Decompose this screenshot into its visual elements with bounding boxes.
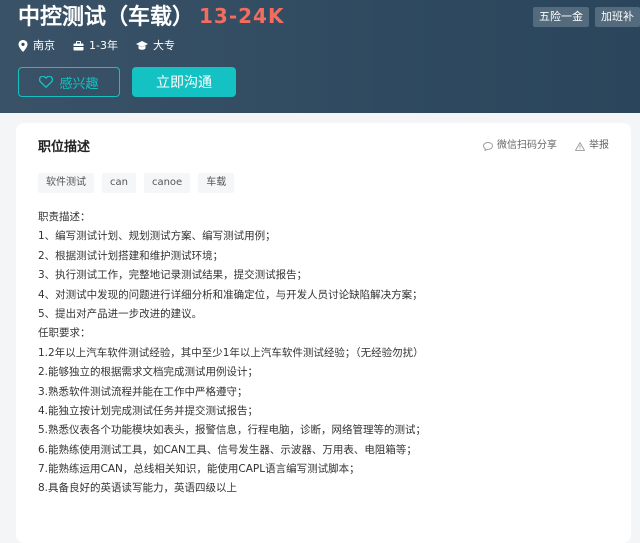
description-line: 5、提出对产品进一步改进的建议。 (38, 307, 203, 320)
description-line: 4、对测试中发现的问题进行详细分析和准确定位，与开发人员讨论缺陷解决方案； (38, 288, 423, 301)
education-item: 大专 (135, 39, 175, 53)
description-line: 3.熟悉软件测试流程并能在工作中严格遵守； (38, 385, 248, 398)
description-line: 7.能熟练运用CAN，总线相关知识，能使用CAPL语言编写测试脚本； (38, 463, 360, 476)
job-detail-card: 职位描述 微信扫码分享 举报 软件测试 can canoe 车载 职责描述： 1… (16, 123, 631, 543)
education-text: 大专 (152, 39, 175, 52)
salary: 13-24K (199, 4, 285, 28)
interested-label: 感兴趣 (59, 76, 99, 92)
location-text: 南京 (33, 39, 55, 52)
location-item: 南京 (18, 39, 55, 53)
experience-item: 1-3年 (73, 39, 118, 53)
description-line: 1、编写测试计划、规划测试方案、编写测试用例； (38, 230, 276, 243)
description-line: 8.具备良好的英语读写能力，英语四级以上 (38, 482, 238, 495)
skill-tag: canoe (143, 173, 191, 193)
heart-icon (39, 76, 54, 88)
job-meta: 南京 1-3年 大专 (18, 39, 175, 53)
description-line: 职责描述： (38, 211, 91, 223)
skill-tags: 软件测试 can canoe 车载 (38, 173, 235, 193)
skill-tag: can (102, 173, 136, 193)
experience-text: 1-3年 (89, 39, 118, 52)
share-label: 微信扫码分享 (497, 140, 557, 151)
report-link[interactable]: 举报 (575, 139, 609, 153)
description-line: 任职要求： (38, 327, 91, 340)
skill-tag: 软件测试 (38, 173, 94, 193)
chat-now-button[interactable]: 立即沟通 (132, 67, 236, 97)
benefit-tags: 五险一金 加班补 (533, 7, 640, 27)
briefcase-icon (73, 41, 84, 51)
description-line: 5.熟悉仪表各个功能模块如表头，报警信息，行程电脑，诊断，网络管理等的测试； (38, 424, 427, 437)
description-line: 2、根据测试计划搭建和维护测试环境； (38, 249, 224, 262)
job-header: 中控测试（车载） 13-24K 五险一金 加班补 南京 1-3年 大专 感兴趣 … (0, 0, 640, 113)
benefit-tag: 加班补 (595, 7, 640, 27)
wechat-share-link[interactable]: 微信扫码分享 (483, 139, 557, 153)
description-line: 4.能独立按计划完成测试任务并提交测试报告； (38, 404, 259, 417)
skill-tag: 车载 (198, 173, 235, 193)
graduation-cap-icon (135, 41, 148, 50)
interested-button[interactable]: 感兴趣 (18, 67, 120, 97)
benefit-tag: 五险一金 (533, 7, 589, 27)
warning-icon (575, 141, 585, 151)
description-line: 6.能熟练使用测试工具，如CAN工具、信号发生器、示波器、万用表、电阻箱等； (38, 443, 417, 456)
chat-bubble-icon (483, 141, 493, 151)
job-description: 职责描述： 1、编写测试计划、规划测试方案、编写测试用例； 2、根据测试计划搭建… (38, 208, 618, 499)
description-line: 1.2年以上汽车软件测试经验，其中至少1年以上汽车软件测试经验；（无经验勿扰） (38, 346, 424, 359)
location-pin-icon (18, 40, 28, 52)
job-title: 中控测试（车载） (18, 5, 195, 30)
description-line: 3、执行测试工作，完整地记录测试结果，提交测试报告； (38, 269, 308, 282)
report-label: 举报 (589, 140, 609, 151)
description-line: 2.能够独立的根据需求文档完成测试用例设计； (38, 366, 259, 379)
section-title: 职位描述 (38, 140, 91, 155)
